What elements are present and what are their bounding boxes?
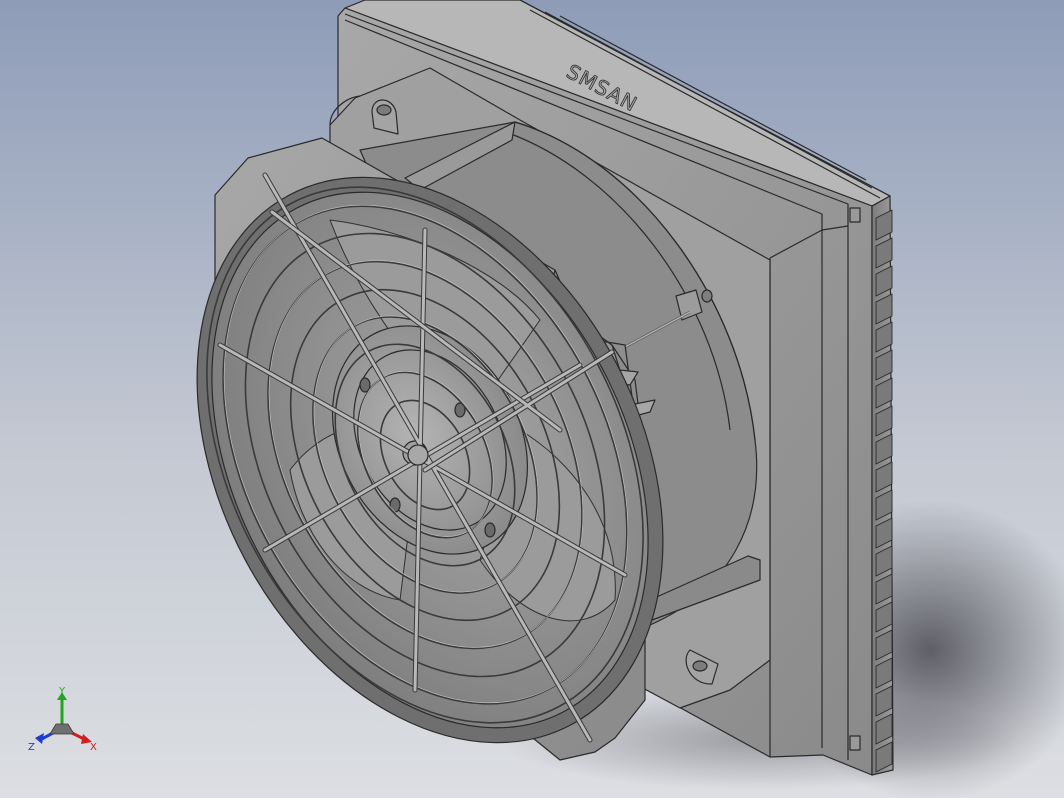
- reference-triad[interactable]: Y X Z: [26, 684, 106, 754]
- triad-y-label: Y: [58, 686, 66, 697]
- triad-x-label: X: [90, 742, 97, 753]
- triad-z-label: Z: [28, 742, 35, 753]
- graphics-viewport[interactable]: SMSAN Y X Z: [0, 0, 1064, 798]
- triad-y-axis: Y: [57, 686, 67, 728]
- triad-origin: [49, 723, 75, 735]
- model-scene[interactable]: SMSAN: [0, 0, 1064, 798]
